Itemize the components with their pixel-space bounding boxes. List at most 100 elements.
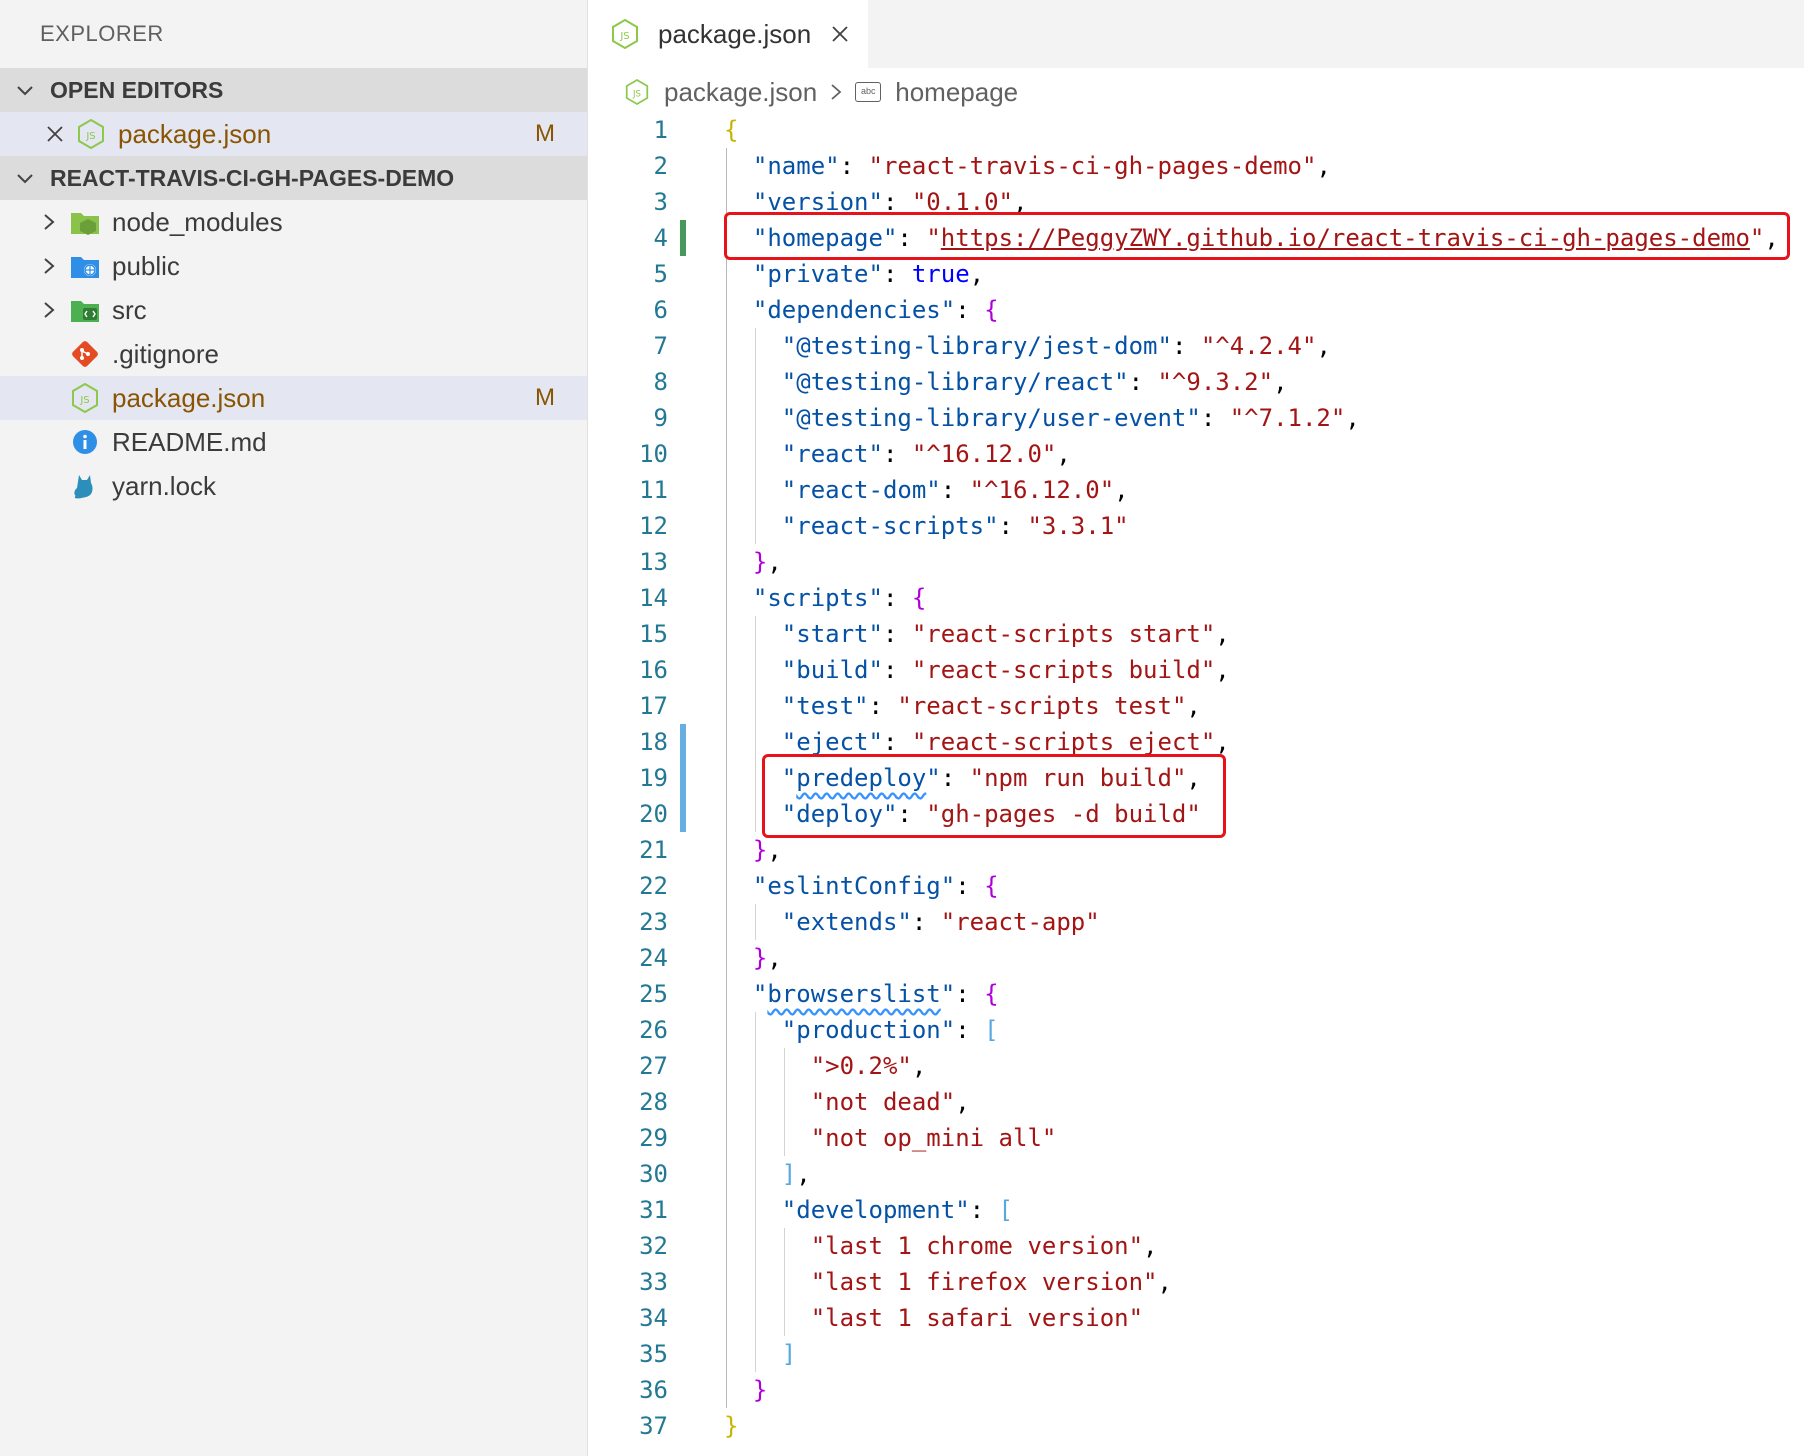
tree-item-readme[interactable]: README.md xyxy=(0,420,587,464)
token: : xyxy=(1171,332,1201,360)
code-line[interactable]: 6 "dependencies": { xyxy=(588,292,1804,328)
token: } xyxy=(752,1376,768,1404)
code-line[interactable]: 30 ], xyxy=(588,1156,1804,1192)
code-line[interactable]: 4 "homepage": "https://PeggyZWY.github.i… xyxy=(588,220,1804,256)
code-line[interactable]: 21 }, xyxy=(588,832,1804,868)
code-line[interactable]: 32 "last 1 chrome version", xyxy=(588,1228,1804,1264)
open-editors-header[interactable]: OPEN EDITORS xyxy=(0,68,587,112)
code-line[interactable]: 15 "start": "react-scripts start", xyxy=(588,616,1804,652)
string-symbol-icon: abc xyxy=(855,82,882,102)
code-line[interactable]: 14 "scripts": { xyxy=(588,580,1804,616)
code-editor[interactable]: 1{2 "name": "react-travis-ci-gh-pages-de… xyxy=(588,112,1804,1456)
code-line[interactable]: 34 "last 1 safari version" xyxy=(588,1300,1804,1336)
tree-item-yarn-lock[interactable]: yarn.lock xyxy=(0,464,587,508)
token: { xyxy=(984,872,999,900)
line-text: "not op_mini all" xyxy=(724,1120,1057,1156)
token: ] xyxy=(781,1160,797,1188)
token: "react" xyxy=(781,440,883,468)
line-number: 36 xyxy=(639,1376,668,1404)
code-line[interactable]: 19 "predeploy": "npm run build", xyxy=(588,760,1804,796)
code-line[interactable]: 3 "version": "0.1.0", xyxy=(588,184,1804,220)
git-gutter-added[interactable] xyxy=(680,220,686,256)
open-editor-item-package-json[interactable]: JS package.json M xyxy=(0,112,587,156)
code-line[interactable]: 22 "eslintConfig": { xyxy=(588,868,1804,904)
code-line[interactable]: 7 "@testing-library/jest-dom": "^4.2.4", xyxy=(588,328,1804,364)
code-line[interactable]: 26 "production": [ xyxy=(588,1012,1804,1048)
code-line[interactable]: 11 "react-dom": "^16.12.0", xyxy=(588,472,1804,508)
project-label: REACT-TRAVIS-CI-GH-PAGES-DEMO xyxy=(50,164,455,191)
code-line[interactable]: 8 "@testing-library/react": "^9.3.2", xyxy=(588,364,1804,400)
tree-item-package-json[interactable]: JS package.json M xyxy=(0,376,587,420)
tree-item-label: README.md xyxy=(112,426,267,457)
code-line[interactable]: 5 "private": true, xyxy=(588,256,1804,292)
token: , xyxy=(796,1160,811,1188)
line-text: "scripts": { xyxy=(724,580,926,616)
code-line[interactable]: 10 "react": "^16.12.0", xyxy=(588,436,1804,472)
code-line[interactable]: 23 "extends": "react-app" xyxy=(588,904,1804,940)
token: "gh-pages -d build" xyxy=(926,800,1201,828)
code-line[interactable]: 24 }, xyxy=(588,940,1804,976)
git-gutter-modified[interactable] xyxy=(680,760,686,796)
tree-item-src[interactable]: src xyxy=(0,288,587,332)
code-line[interactable]: 31 "development": [ xyxy=(588,1192,1804,1228)
code-line[interactable]: 35 ] xyxy=(588,1336,1804,1372)
token: : xyxy=(882,260,912,288)
breadcrumb-symbol[interactable]: homepage xyxy=(895,77,1018,108)
token: "^7.1.2" xyxy=(1229,404,1346,432)
code-line[interactable]: 1{ xyxy=(588,112,1804,148)
project-header[interactable]: REACT-TRAVIS-CI-GH-PAGES-DEMO xyxy=(0,156,587,200)
code-line[interactable]: 29 "not op_mini all" xyxy=(588,1120,1804,1156)
line-number: 2 xyxy=(653,152,668,180)
token: "development" xyxy=(781,1196,970,1224)
code-line[interactable]: 2 "name": "react-travis-ci-gh-pages-demo… xyxy=(588,148,1804,184)
code-line[interactable]: 16 "build": "react-scripts build", xyxy=(588,652,1804,688)
token: : xyxy=(897,800,927,828)
line-text: "deploy": "gh-pages -d build" xyxy=(724,796,1201,832)
tree-item-public[interactable]: public xyxy=(0,244,587,288)
close-icon[interactable] xyxy=(827,21,853,47)
line-number: 28 xyxy=(639,1088,668,1116)
token: "3.3.1" xyxy=(1027,512,1129,540)
code-line[interactable]: 13 }, xyxy=(588,544,1804,580)
line-number: 32 xyxy=(639,1232,668,1260)
git-gutter-modified[interactable] xyxy=(680,796,686,832)
tree-item-gitignore[interactable]: .gitignore xyxy=(0,332,587,376)
code-line[interactable]: 33 "last 1 firefox version", xyxy=(588,1264,1804,1300)
tab-package-json[interactable]: JS package.json xyxy=(588,0,868,68)
token: "last 1 chrome version" xyxy=(810,1232,1144,1260)
code-line[interactable]: 9 "@testing-library/user-event": "^7.1.2… xyxy=(588,400,1804,436)
git-gutter-modified[interactable] xyxy=(680,724,686,760)
token: , xyxy=(1186,764,1201,792)
code-line[interactable]: 18 "eject": "react-scripts eject", xyxy=(588,724,1804,760)
code-line[interactable]: 36 } xyxy=(588,1372,1804,1408)
tree-item-label: public xyxy=(112,250,180,281)
token: "@testing-library/jest-dom" xyxy=(781,332,1172,360)
token: : xyxy=(1200,404,1230,432)
line-number: 6 xyxy=(653,296,668,324)
code-line[interactable]: 28 "not dead", xyxy=(588,1084,1804,1120)
tree-item-node-modules[interactable]: node_modules xyxy=(0,200,587,244)
token: "react-scripts eject" xyxy=(911,728,1216,756)
code-line[interactable]: 17 "test": "react-scripts test", xyxy=(588,688,1804,724)
close-icon[interactable] xyxy=(36,124,74,144)
code-line[interactable]: 25 "browserslist": { xyxy=(588,976,1804,1012)
token: " xyxy=(752,980,768,1008)
line-text: "build": "react-scripts build", xyxy=(724,652,1230,688)
breadcrumb-file[interactable]: package.json xyxy=(664,77,817,108)
code-line[interactable]: 27 ">0.2%", xyxy=(588,1048,1804,1084)
code-line[interactable]: 37} xyxy=(588,1408,1804,1444)
token: , xyxy=(1215,728,1230,756)
indent-guide xyxy=(754,1012,756,1372)
chevron-right-icon xyxy=(30,300,68,320)
code-line[interactable]: 20 "deploy": "gh-pages -d build" xyxy=(588,796,1804,832)
line-text: ], xyxy=(724,1156,811,1192)
line-number: 4 xyxy=(653,224,668,252)
code-line[interactable]: 12 "react-scripts": "3.3.1" xyxy=(588,508,1804,544)
